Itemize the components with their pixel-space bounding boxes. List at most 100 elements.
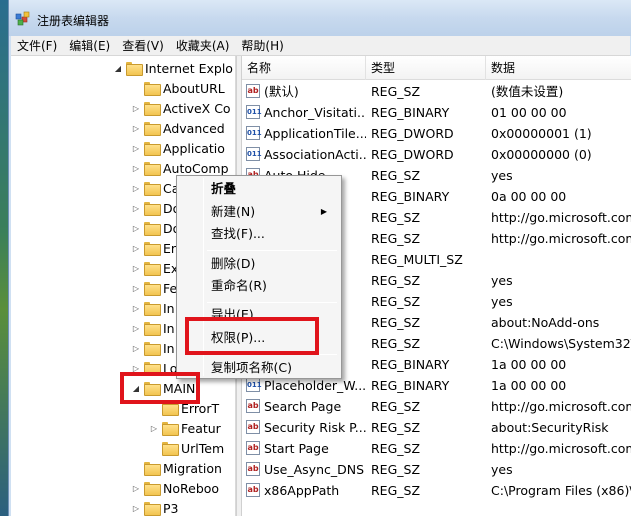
value-row[interactable]: ab Security Risk P... REG_SZ about:Security… [242, 417, 631, 438]
tree-item[interactable]: ▷ Er [131, 238, 176, 258]
value-row[interactable]: ab Use_Async_DNS REG_SZ yes [242, 459, 631, 480]
value-data: 01 00 00 00 [491, 105, 567, 120]
value-row[interactable]: ab (默认) REG_SZ (数值未设置) [242, 81, 631, 102]
menu-help[interactable]: 帮助(H) [235, 36, 289, 56]
expanded-arrow-icon[interactable]: ◢ [113, 64, 123, 73]
tree-item-label: Internet Explo [145, 60, 233, 76]
column-header-type[interactable]: 类型 [366, 56, 486, 80]
tree-item[interactable]: ▷ NoReboo [131, 478, 219, 498]
value-type: REG_BINARY [371, 105, 450, 120]
value-type: REG_BINARY [371, 357, 450, 372]
value-name: ApplicationTile... [264, 126, 366, 141]
folder-icon [144, 222, 161, 236]
collapsed-arrow-icon[interactable]: ▷ [131, 144, 141, 153]
value-row[interactable]: ab Start Page REG_SZ http://go.microsoft.co… [242, 438, 631, 459]
ctx-delete[interactable]: 删除(D) [211, 254, 255, 274]
ctx-rename[interactable]: 重命名(R) [211, 276, 267, 296]
menu-view[interactable]: 查看(V) [116, 36, 170, 56]
value-name: Start Page [264, 441, 329, 456]
collapsed-arrow-icon[interactable]: ▷ [131, 484, 141, 493]
collapsed-arrow-icon[interactable]: ▷ [131, 224, 141, 233]
tree-item[interactable]: ▷ Ca [131, 178, 179, 198]
ctx-collapse[interactable]: 折叠 [211, 179, 236, 199]
tree-item[interactable]: AboutURL [131, 78, 225, 98]
menu-file[interactable]: 文件(F) [11, 36, 63, 56]
value-row[interactable]: ab Search Page REG_SZ http://go.microsoft.c… [242, 396, 631, 417]
collapsed-arrow-icon[interactable]: ▷ [131, 264, 141, 273]
tree-item[interactable]: ▷ P3 [131, 498, 179, 516]
tree-item-label: AutoComp [163, 160, 229, 176]
value-type: REG_SZ [371, 399, 421, 414]
value-type: REG_SZ [371, 210, 421, 225]
ctx-copy-key-name[interactable]: 复制项名称(C) [211, 358, 292, 378]
menu-favorites[interactable]: 收藏夹(A) [170, 36, 236, 56]
value-row[interactable]: 011 Anchor_Visitati... REG_BINARY 01 00 00 … [242, 102, 631, 123]
value-data: 0x00000001 (1) [491, 126, 592, 141]
value-row[interactable]: 011 AssociationActi... REG_DWORD 0x00000000… [242, 144, 631, 165]
tree-item[interactable]: UrlTem [149, 438, 224, 458]
tree-item[interactable]: ▷ Applicatio [131, 138, 225, 158]
tree-item-label: NoReboo [163, 480, 220, 496]
tree-item[interactable]: ▷ Fe [131, 278, 177, 298]
string-value-icon: ab [246, 462, 260, 476]
collapsed-arrow-icon[interactable]: ▷ [131, 204, 141, 213]
value-data: http://go.microsoft.com/ [491, 210, 631, 225]
folder-icon [144, 202, 161, 216]
collapsed-arrow-icon[interactable]: ▷ [131, 324, 141, 333]
ctx-separator [207, 250, 337, 251]
folder-icon [144, 142, 161, 156]
collapsed-arrow-icon[interactable]: ▷ [131, 124, 141, 133]
collapsed-arrow-icon[interactable]: ▷ [149, 424, 159, 433]
tree-item[interactable]: ◢ Internet Explo [113, 58, 233, 78]
value-type: REG_SZ [371, 420, 421, 435]
value-row[interactable]: ab x86AppPath REG_SZ C:\Program Files (x86)… [242, 480, 631, 501]
value-data: about:SecurityRisk [491, 420, 609, 435]
ctx-find[interactable]: 查找(F)... [211, 224, 265, 244]
folder-icon [144, 302, 161, 316]
folder-icon [162, 422, 179, 436]
value-type: REG_SZ [371, 231, 421, 246]
tree-item-label: Featur [181, 420, 221, 436]
tree-item[interactable]: ▷ Advanced [131, 118, 225, 138]
tree-item[interactable]: ▷ In [131, 338, 175, 358]
string-value-icon: ab [246, 483, 260, 497]
tree-item[interactable]: ▷ In [131, 298, 175, 318]
value-type: REG_SZ [371, 84, 421, 99]
binary-value-icon: 011 [246, 378, 262, 392]
collapsed-arrow-icon[interactable]: ▷ [131, 304, 141, 313]
value-type: REG_SZ [371, 294, 421, 309]
value-row[interactable]: 011 ApplicationTile... REG_DWORD 0x00000001… [242, 123, 631, 144]
value-type: REG_BINARY [371, 189, 450, 204]
tree-item[interactable]: Migration [131, 458, 222, 478]
value-type: REG_SZ [371, 315, 421, 330]
collapsed-arrow-icon[interactable]: ▷ [131, 164, 141, 173]
string-value-icon: ab [246, 84, 260, 98]
value-data [491, 249, 631, 270]
value-type: REG_MULTI_SZ [371, 252, 463, 267]
tree-item[interactable]: ▷ Do [131, 218, 180, 238]
list-header: 名称 类型 数据 [242, 56, 631, 80]
column-header-name[interactable]: 名称 [242, 56, 366, 80]
registry-editor-window: 注册表编辑器 文件(F) 编辑(E) 查看(V) 收藏夹(A) 帮助(H) ◢ I… [8, 0, 631, 516]
registry-editor-icon [15, 11, 30, 26]
title-bar[interactable]: 注册表编辑器 [9, 0, 631, 36]
folder-icon [144, 242, 161, 256]
collapsed-arrow-icon[interactable]: ▷ [131, 104, 141, 113]
folder-icon [144, 462, 161, 476]
collapsed-arrow-icon[interactable]: ▷ [131, 344, 141, 353]
tree-item-label: Advanced [163, 120, 225, 136]
collapsed-arrow-icon[interactable]: ▷ [131, 284, 141, 293]
tree-item[interactable]: ▷ Featur [149, 418, 221, 438]
collapsed-arrow-icon[interactable]: ▷ [131, 244, 141, 253]
collapsed-arrow-icon[interactable]: ▷ [131, 184, 141, 193]
tree-item[interactable]: ▷ In [131, 318, 175, 338]
tree-item[interactable]: ▷ ActiveX Co [131, 98, 231, 118]
tree-item-label: In [163, 340, 175, 356]
column-header-data[interactable]: 数据 [486, 56, 631, 80]
ctx-new[interactable]: 新建(N) ▶ [211, 202, 335, 222]
tree-item[interactable]: ▷ Do [131, 198, 180, 218]
menu-edit[interactable]: 编辑(E) [63, 36, 116, 56]
tree-item[interactable]: ▷ Ex [131, 258, 178, 278]
collapsed-arrow-icon[interactable]: ▷ [131, 504, 141, 513]
value-name: Security Risk P... [264, 420, 366, 435]
